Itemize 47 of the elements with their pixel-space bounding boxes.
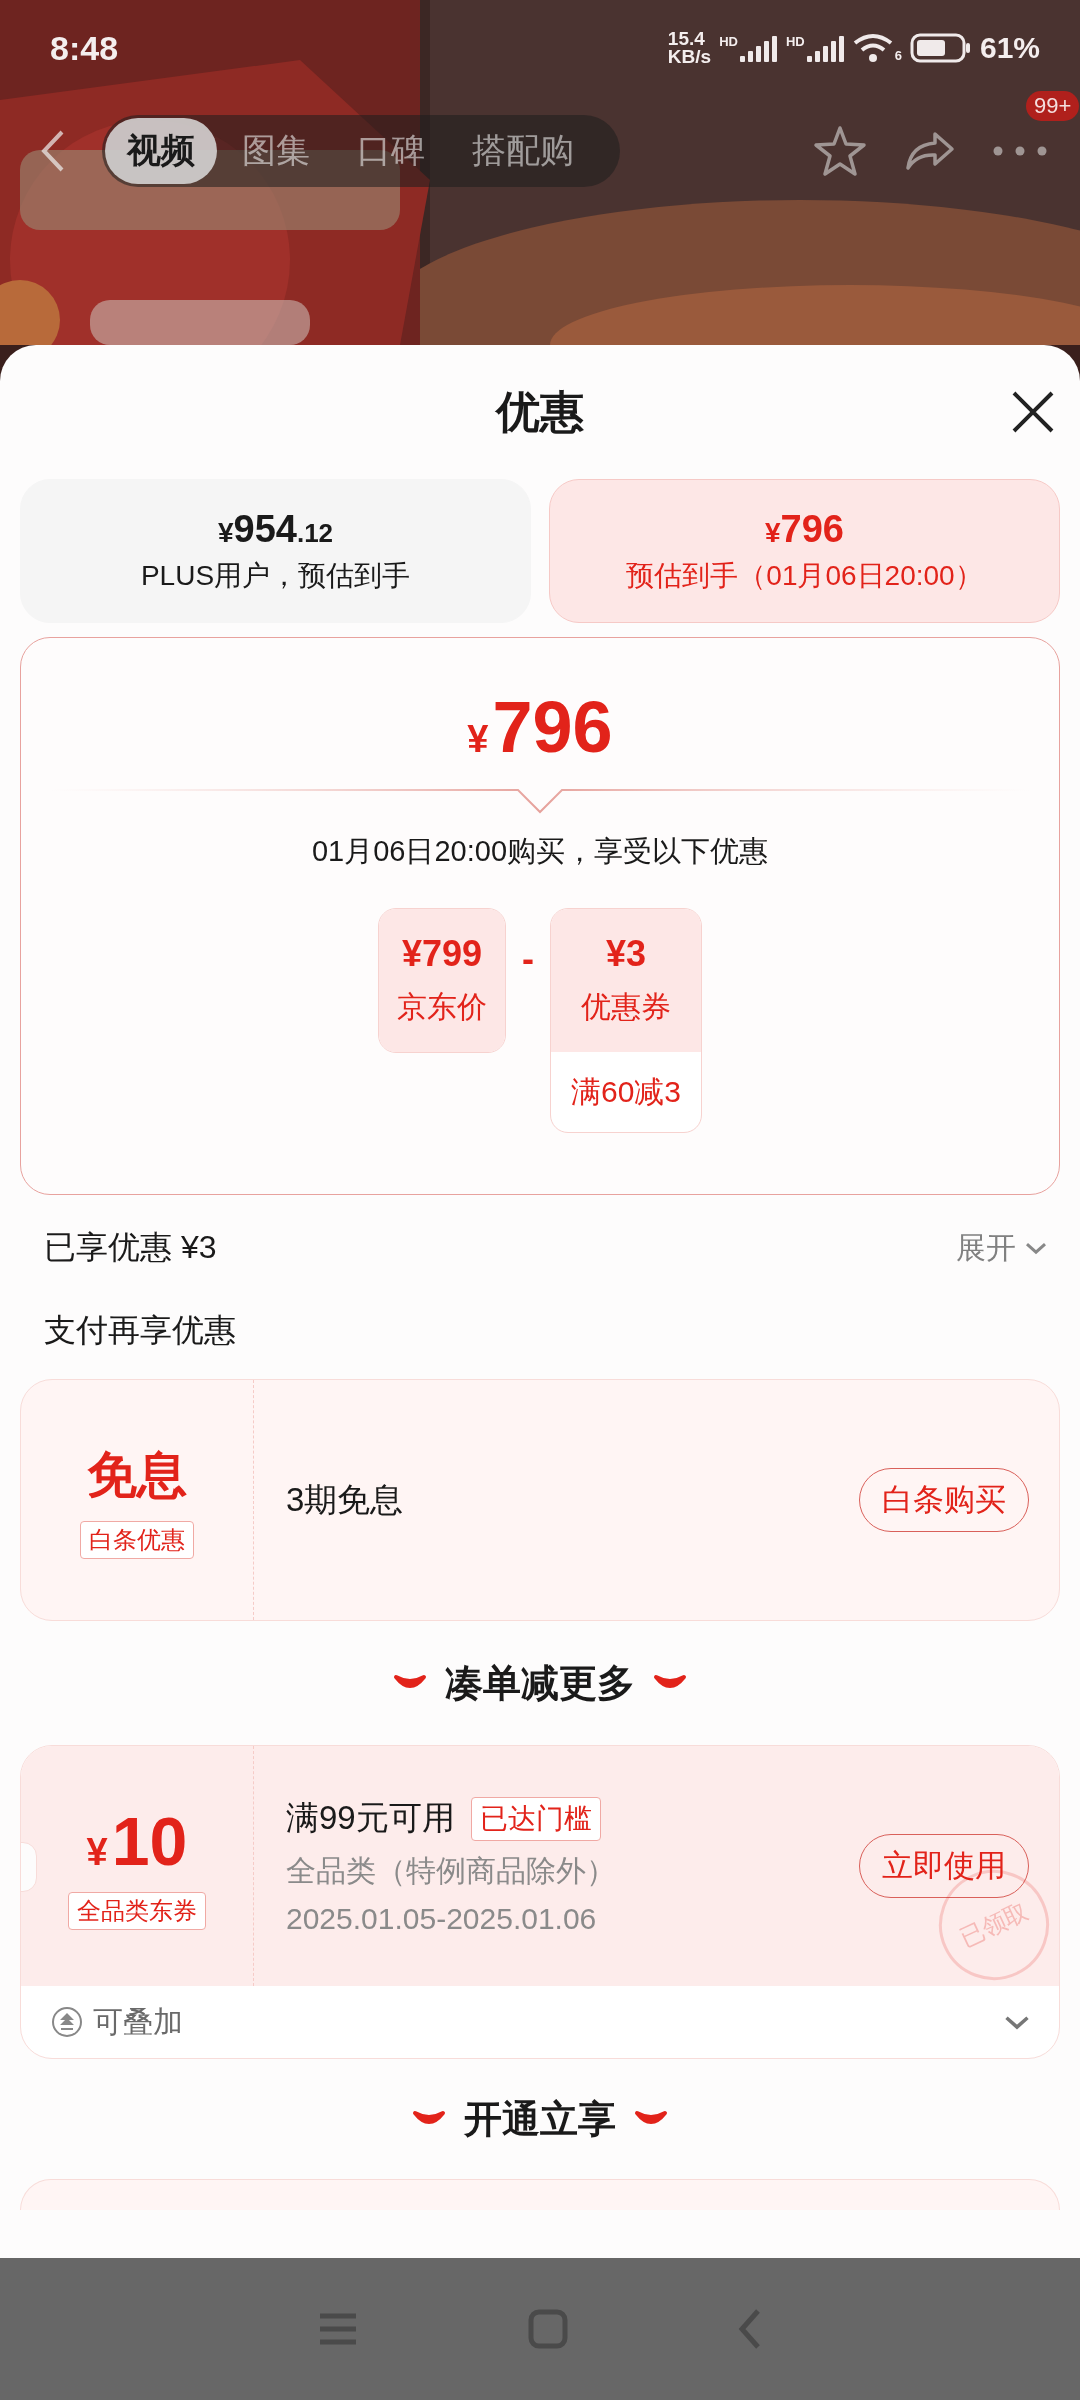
option-price: ¥796 [765,507,844,551]
battery-icon [909,33,972,63]
price-option[interactable]: ¥796 预估到手（01月06日20:00） [549,479,1060,623]
saved-amount: 已享优惠 ¥3 [44,1228,217,1267]
media-tab[interactable]: 口碑 [335,118,447,184]
use-now-button[interactable]: 立即使用 [859,1834,1029,1898]
final-price: ¥796 [467,686,613,768]
wifi-label: 6 [894,48,902,63]
back-icon[interactable] [40,129,66,173]
more-icon[interactable] [993,146,1047,156]
section-heading: 凑单减更多 [445,1660,635,1706]
coupon-condition: 满60减3 [569,1073,683,1110]
price-item: ¥799 京东价 [379,909,505,1052]
stack-icon [51,2006,83,2038]
signal-icon [806,34,845,62]
offer-title: 免息 [87,1445,187,1505]
network-speed: 15.4 KB/s [667,29,712,67]
threshold-tag: 已达门槛 [470,1796,601,1841]
offer-tag: 白条优惠 [80,1520,194,1559]
stackable-label: 可叠加 [93,2003,184,2040]
coupon-validity: 2025.01.05-2025.01.06 [286,1902,598,1936]
coupon-label: 优惠券 [581,989,671,1025]
battery-percent: 61% [979,31,1040,65]
coupon-value: ¥10 [86,1802,188,1880]
option-caption: 预估到手（01月06日20:00） [626,558,983,593]
offer-description: 3期免息 [286,1479,405,1520]
buy-button[interactable]: 白条购买 [859,1468,1029,1532]
clock-time: 8:48 [50,28,119,68]
option-caption: PLUS用户，预估到手 [140,558,411,593]
minus-sign: - [522,938,534,980]
option-price: ¥954.12 [217,507,334,551]
expand-button[interactable]: 展开 [956,1227,1048,1269]
purchase-note: 01月06日20:00购买，享受以下优惠 [311,834,769,869]
price-option[interactable]: ¥954.12 PLUS用户，预估到手 [20,479,531,623]
media-tab[interactable]: 搭配购 [450,118,596,184]
hd-label: HD [719,34,738,49]
signal-icon [739,34,778,62]
hd-label: HD [785,34,805,49]
section-heading: 开通立享 [464,2096,616,2142]
sheet-title: 优惠 [496,385,584,438]
coupon-amount: ¥3 [605,933,646,975]
coupon-scope: 全品类（特例商品除外） [286,1853,617,1889]
wifi-icon [852,33,893,63]
coupon-condition: 满99元可用 [286,1798,455,1838]
coupon-tag: 全品类东券 [68,1892,206,1930]
section-heading: 支付再享优惠 [43,1311,237,1350]
media-tab[interactable]: 图集 [220,118,332,184]
